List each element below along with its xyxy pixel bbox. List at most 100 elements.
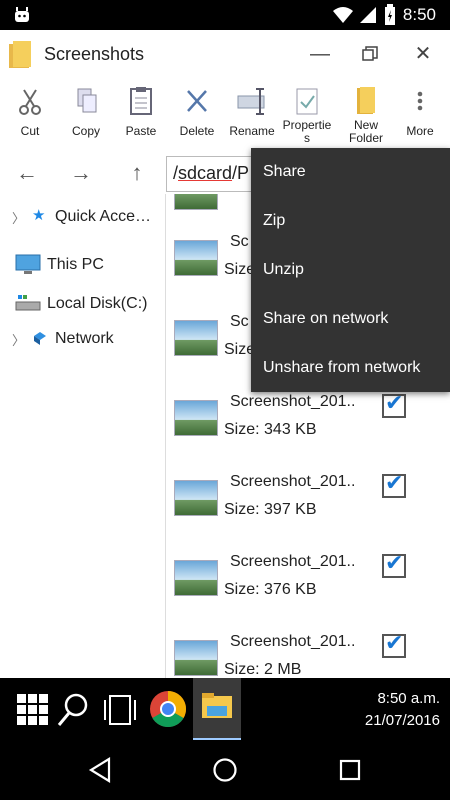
sidebar-item-label: Quick Acce… [55, 208, 152, 225]
file-item[interactable]: Screenshot_201.. Size: 343 KB [166, 390, 450, 470]
delete-button[interactable]: Delete [169, 80, 225, 152]
signal-icon [360, 7, 376, 23]
properties-button[interactable]: Propertie s [279, 80, 335, 152]
image-thumbnail [174, 640, 218, 676]
wifi-icon [333, 7, 353, 23]
network-icon [34, 332, 46, 345]
recents-square-icon[interactable] [338, 758, 362, 782]
cut-button[interactable]: Cut [2, 80, 58, 152]
menu-item-unshare-from-network[interactable]: Unshare from network [251, 344, 450, 393]
copy-button[interactable]: Copy [58, 80, 114, 152]
drive-icon [15, 295, 41, 311]
path-text: /sdcard/P [173, 163, 249, 184]
sidebar: 〉 ★ Quick Acce… This PC Local Disk(C:) 〉… [0, 194, 166, 678]
sidebar-item-quick-access[interactable]: 〉 ★ Quick Acce… [0, 200, 165, 234]
android-debug-icon [15, 7, 29, 22]
file-checkbox[interactable] [382, 390, 406, 418]
path-rest: /P [232, 163, 250, 183]
taskbar-time: 8:50 a.m. [377, 690, 440, 707]
file-explorer-icon [202, 693, 232, 718]
file-checkbox[interactable] [382, 630, 406, 658]
file-checkbox[interactable] [382, 470, 406, 498]
menu-item-zip[interactable]: Zip [251, 197, 450, 246]
file-item[interactable]: Screenshot_201.. Size: 376 KB [166, 550, 450, 630]
maximize-button[interactable] [352, 38, 388, 70]
sidebar-item-label: This PC [47, 256, 104, 273]
image-thumbnail [174, 240, 218, 276]
copy-icon [77, 88, 97, 113]
arrow-right-icon: → [70, 160, 92, 185]
menu-item-label: Zip [263, 212, 286, 229]
scissors-icon [19, 89, 41, 115]
minimize-button[interactable]: — [302, 38, 338, 70]
android-navigation-bar [0, 740, 450, 800]
file-explorer-taskbar-button[interactable] [193, 678, 241, 740]
rename-button[interactable]: Rename [224, 80, 280, 152]
paste-icon [130, 87, 152, 115]
sidebar-item-network[interactable]: 〉 Network [0, 322, 165, 356]
cut-label: Cut [20, 124, 40, 138]
file-name: Screenshot_201.. [230, 633, 356, 650]
new-folder-icon [357, 87, 375, 114]
file-size: Size: 376 KB [224, 581, 317, 598]
copy-label: Copy [71, 124, 100, 138]
folder-icon [9, 41, 31, 68]
menu-item-label: Unzip [263, 261, 304, 278]
menu-item-share-on-network[interactable]: Share on network [251, 295, 450, 344]
back-triangle-icon[interactable] [88, 757, 112, 783]
file-name: Sc [230, 313, 249, 330]
file-size: Size: 397 KB [224, 501, 317, 518]
file-checkbox[interactable] [382, 550, 406, 578]
arrow-left-icon: ← [16, 160, 38, 185]
restore-icon [362, 46, 378, 61]
computer-icon [15, 254, 41, 274]
sidebar-item-this-pc[interactable]: This PC [0, 248, 165, 282]
paste-button[interactable]: Paste [113, 80, 169, 152]
battery-icon [385, 4, 395, 25]
file-size: Size: 2 MB [224, 661, 302, 678]
status-time: 8:50 [402, 5, 436, 24]
task-view-icon[interactable] [102, 694, 138, 726]
rename-icon [237, 88, 265, 115]
file-size: Size: 343 KB [224, 421, 317, 438]
menu-item-label: Unshare from network [263, 359, 421, 376]
file-item[interactable]: Screenshot_201.. Size: 2 MB [166, 630, 450, 678]
more-vertical-icon [417, 91, 423, 111]
new-folder-button[interactable]: New Folder [338, 80, 394, 152]
back-button[interactable]: ← [12, 158, 42, 188]
menu-item-unzip[interactable]: Unzip [251, 246, 450, 295]
window-title-bar: Screenshots — ✕ [0, 30, 450, 80]
image-thumbnail [174, 560, 218, 596]
up-button[interactable]: ↑ [122, 158, 152, 188]
rename-label: Rename [229, 124, 275, 138]
file-name: Screenshot_201.. [230, 553, 356, 570]
chevron-right-icon: 〉 [12, 333, 26, 348]
image-thumbnail [174, 480, 218, 516]
chevron-right-icon: 〉 [12, 211, 26, 226]
star-icon: ★ [32, 207, 46, 224]
image-thumbnail [174, 400, 218, 436]
properties-label-line2: s [304, 131, 310, 145]
file-name: Screenshot_201.. [230, 393, 356, 410]
start-grid-icon[interactable] [17, 694, 49, 726]
sidebar-item-label: Local Disk(C:) [47, 295, 148, 312]
taskbar-date: 21/07/2016 [364, 712, 440, 729]
forward-button[interactable]: → [66, 158, 96, 188]
arrow-up-icon: ↑ [131, 160, 143, 185]
file-item[interactable]: Screenshot_201.. Size: 397 KB [166, 470, 450, 550]
menu-item-label: Share [263, 163, 306, 180]
sidebar-item-local-disk[interactable]: Local Disk(C:) [0, 287, 165, 321]
paste-label: Paste [125, 124, 157, 138]
menu-item-label: Share on network [263, 310, 389, 327]
sidebar-item-label: Network [55, 330, 114, 347]
taskbar-clock[interactable]: 8:50 a.m. 21/07/2016 [365, 688, 440, 732]
more-button[interactable]: More [392, 80, 448, 152]
close-button[interactable]: ✕ [405, 38, 441, 70]
new-folder-label-line2: Folder [348, 131, 383, 145]
home-circle-icon[interactable] [212, 757, 238, 783]
search-icon[interactable] [56, 692, 90, 728]
menu-item-share[interactable]: Share [251, 148, 450, 197]
chrome-icon[interactable] [149, 690, 187, 728]
more-label: More [406, 124, 434, 138]
taskbar: 8:50 a.m. 21/07/2016 [0, 678, 450, 740]
